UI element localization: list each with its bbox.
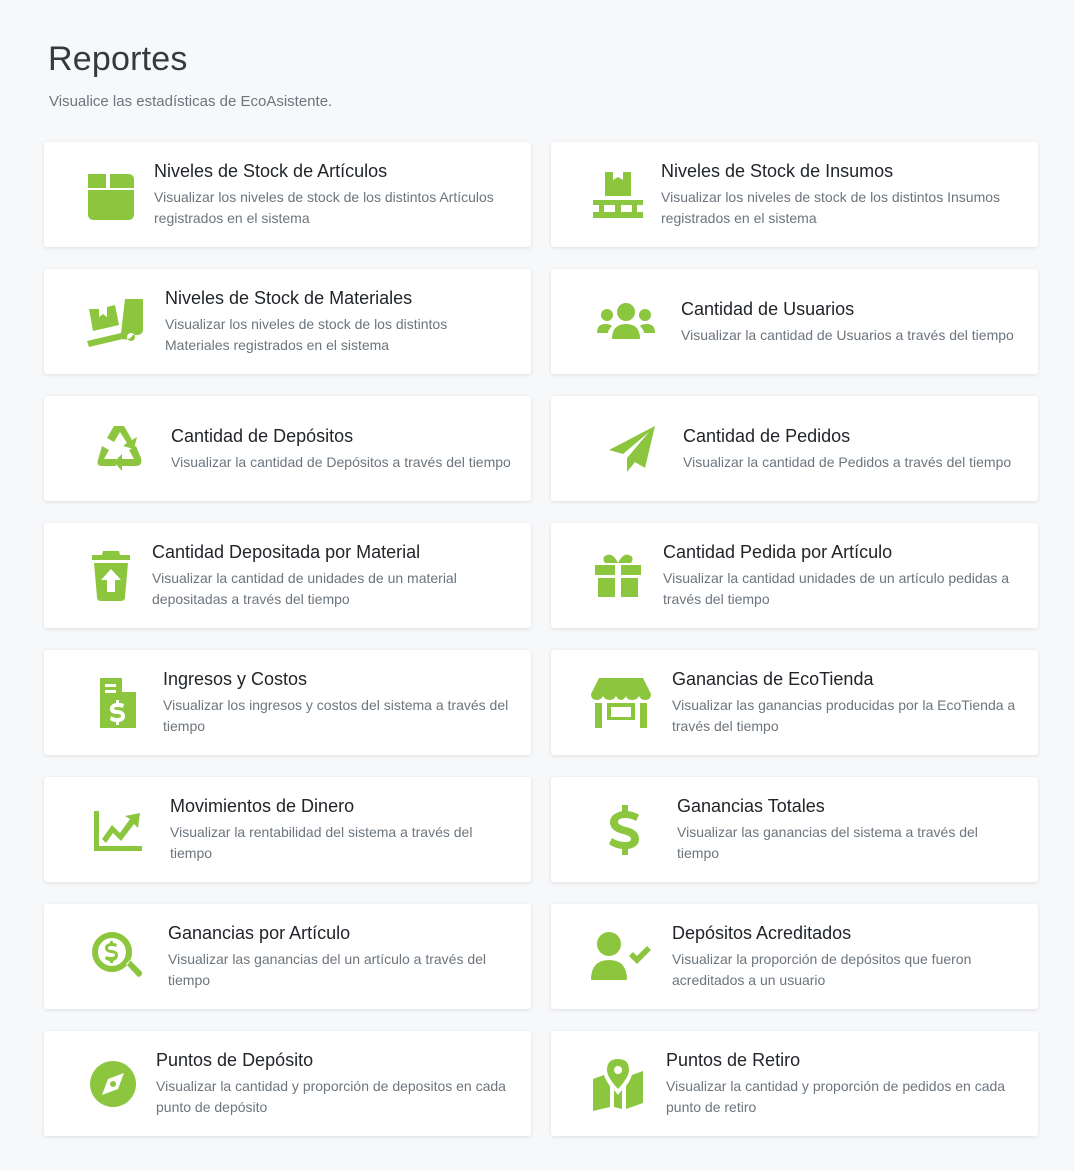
report-card-usuarios[interactable]: Cantidad de Usuarios Visualizar la canti…: [551, 269, 1038, 374]
report-title: Movimientos de Dinero: [170, 796, 355, 816]
user-check-icon: [589, 928, 653, 986]
report-card-depositos-acreditados[interactable]: Depósitos Acreditados Visualizar la prop…: [551, 904, 1038, 1009]
report-description: Visualizar la cantidad de Pedidos a trav…: [683, 453, 1012, 470]
report-title: Ingresos y Costos: [163, 669, 308, 689]
report-description: Visualizar la cantidad de unidades de un…: [152, 570, 457, 607]
compass-icon: [84, 1055, 142, 1113]
report-description: Visualizar las ganancias del sistema a t…: [677, 824, 978, 861]
report-description: Visualizar los niveles de stock de los d…: [661, 189, 1001, 226]
report-card-puntos-retiro[interactable]: Puntos de Retiro Visualizar la cantidad …: [551, 1031, 1038, 1136]
search-dollar-icon: [88, 928, 146, 986]
report-card-stock-articulos[interactable]: Niveles de Stock de Artículos Visualizar…: [44, 142, 531, 247]
report-title: Cantidad de Depósitos: [171, 425, 354, 446]
report-card-ganancias-articulo[interactable]: Ganancias por Artículo Visualizar las ga…: [44, 904, 531, 1009]
report-title: Niveles de Stock de Insumos: [661, 161, 894, 181]
report-card-movimientos-dinero[interactable]: Movimientos de Dinero Visualizar la rent…: [44, 777, 531, 882]
page-subtitle: Visualice las estadísticas de EcoAsisten…: [49, 93, 333, 110]
report-card-depositada-material[interactable]: Cantidad Depositada por Material Visuali…: [44, 523, 531, 628]
report-card-pedida-articulo[interactable]: Cantidad Pedida por Artículo Visualizar …: [551, 523, 1038, 628]
report-title: Puntos de Depósito: [156, 1050, 314, 1070]
report-description: Visualizar los niveles de stock de los d…: [154, 189, 494, 226]
report-description: Visualizar la rentabilidad del sistema a…: [170, 824, 473, 861]
report-title: Ganancias de EcoTienda: [672, 669, 874, 689]
report-title: Puntos de Retiro: [666, 1050, 801, 1070]
reports-page: Reportes Visualice las estadísticas de E…: [0, 0, 1074, 1171]
report-title: Depósitos Acreditados: [672, 923, 852, 943]
report-description: Visualizar la cantidad de Usuarios a tra…: [681, 326, 1014, 343]
report-card-ingresos-costos[interactable]: Ingresos y Costos Visualizar los ingreso…: [44, 650, 531, 755]
report-title: Ganancias por Artículo: [168, 923, 351, 943]
invoice-dollar-icon: [88, 674, 146, 732]
reports-grid: Niveles de Stock de Artículos Visualizar…: [44, 142, 1038, 1136]
report-description: Visualizar la cantidad y proporción de d…: [156, 1078, 506, 1115]
report-title: Cantidad de Usuarios: [681, 298, 855, 319]
report-card-depositos[interactable]: Cantidad de Depósitos Visualizar la cant…: [44, 396, 531, 501]
users-icon: [595, 293, 657, 351]
report-description: Visualizar la cantidad de Depósitos a tr…: [171, 453, 511, 470]
pallet-icon: [589, 166, 647, 224]
report-description: Visualizar las ganancias del un artículo…: [168, 951, 487, 988]
report-description: Visualizar las ganancias producidas por …: [672, 697, 1016, 734]
report-description: Visualizar la cantidad y proporción de p…: [666, 1078, 1006, 1115]
report-card-ganancias-totales[interactable]: Ganancias Totales Visualizar las gananci…: [551, 777, 1038, 882]
report-description: Visualizar la proporción de depósitos qu…: [672, 951, 972, 988]
report-title: Cantidad Pedida por Artículo: [663, 542, 893, 562]
report-card-stock-insumos[interactable]: Niveles de Stock de Insumos Visualizar l…: [551, 142, 1038, 247]
paper-plane-icon: [603, 420, 661, 478]
report-title: Cantidad de Pedidos: [683, 425, 851, 446]
report-title: Niveles de Stock de Artículos: [154, 161, 388, 181]
store-icon: [589, 674, 653, 732]
trash-arrow-up-icon: [82, 547, 140, 605]
dolly-icon: [82, 293, 152, 351]
recycle-icon: [90, 420, 148, 478]
report-card-ganancias-ecotienda[interactable]: Ganancias de EcoTienda Visualizar las ga…: [551, 650, 1038, 755]
report-card-pedidos[interactable]: Cantidad de Pedidos Visualizar la cantid…: [551, 396, 1038, 501]
report-description: Visualizar la cantidad unidades de un ar…: [663, 570, 1010, 607]
map-marked-icon: [589, 1055, 647, 1113]
report-title: Ganancias Totales: [677, 796, 825, 816]
chart-line-icon: [88, 801, 146, 859]
dollar-sign-icon: [595, 801, 653, 859]
report-description: Visualizar los niveles de stock de los d…: [165, 316, 448, 353]
report-title: Niveles de Stock de Materiales: [165, 288, 413, 308]
report-card-puntos-deposito[interactable]: Puntos de Depósito Visualizar la cantida…: [44, 1031, 531, 1136]
page-title: Reportes: [48, 40, 188, 78]
gift-icon: [589, 547, 647, 605]
report-card-stock-materiales[interactable]: Niveles de Stock de Materiales Visualiza…: [44, 269, 531, 374]
report-description: Visualizar los ingresos y costos del sis…: [163, 697, 509, 734]
report-title: Cantidad Depositada por Material: [152, 542, 421, 562]
box-icon: [82, 166, 140, 224]
